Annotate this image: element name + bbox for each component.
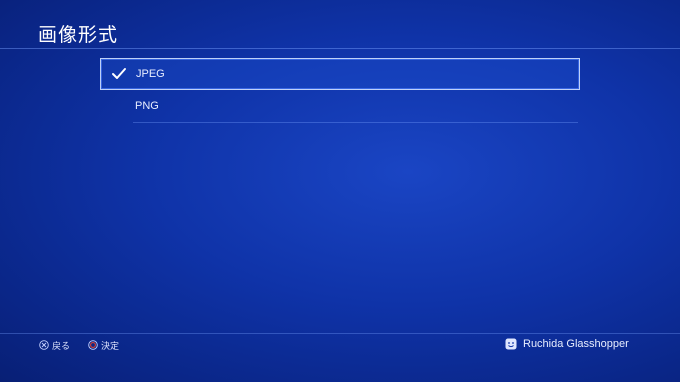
user-profile: Ruchida Glasshopper	[505, 338, 629, 350]
checkmark-icon	[112, 68, 126, 79]
option-divider	[133, 122, 578, 123]
option-jpeg[interactable]: JPEG	[100, 58, 580, 90]
footer-divider	[0, 333, 680, 334]
back-label: 戻る	[52, 341, 71, 352]
user-name: Ruchida Glasshopper	[523, 338, 629, 350]
smiley-avatar-icon	[505, 338, 517, 350]
option-png[interactable]: PNG	[100, 90, 580, 122]
circle-button-icon	[88, 340, 98, 350]
page-title: 画像形式	[38, 24, 119, 46]
confirm-button[interactable]: 決定	[88, 338, 119, 352]
option-label: PNG	[135, 100, 159, 112]
back-button[interactable]: 戻る	[39, 338, 70, 352]
cross-button-icon	[39, 340, 49, 350]
format-list: JPEG PNG	[100, 58, 580, 123]
confirm-label: 決定	[101, 341, 120, 352]
option-label: JPEG	[136, 68, 165, 80]
title-divider	[0, 48, 680, 49]
